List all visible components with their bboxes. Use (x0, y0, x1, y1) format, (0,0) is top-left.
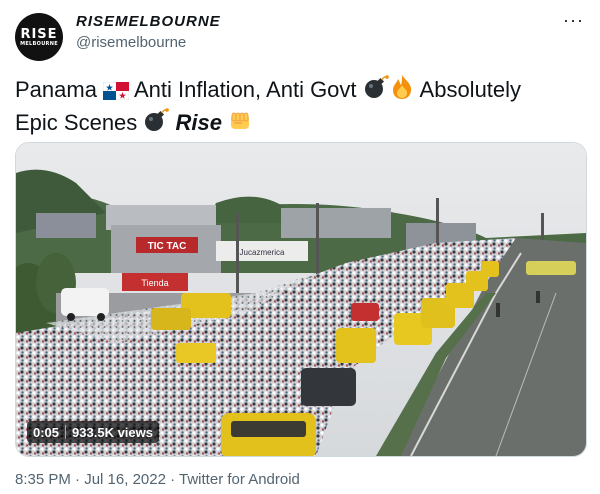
tweet-text-part3: Absolutely (414, 77, 522, 102)
video-duration: 0:05 (33, 424, 60, 440)
footer-separator: · (165, 471, 180, 488)
rise-word: Rise (175, 110, 223, 135)
tweet-text-part1: Panama (15, 77, 104, 102)
tweet-text-part4: Epic Scenes (15, 110, 144, 135)
tweet-date[interactable]: Jul 16, 2022 (84, 471, 166, 488)
tweet-time[interactable]: 8:35 PM (15, 471, 71, 488)
video-stats-overlay: 0:05 933.5K views (27, 421, 159, 443)
shop-sign: TIC TAC (148, 241, 187, 252)
bomb-icon (363, 74, 389, 107)
avatar-text-top: RISE (20, 26, 58, 42)
tweet-text-part2: Anti Inflation, Anti Govt (129, 77, 363, 102)
avatar-text-bottom: MELBOURNE (20, 40, 58, 47)
store-sign: Jucazmerica (240, 248, 285, 257)
display-name[interactable]: RISEMELBOURNE (76, 13, 221, 30)
video-thumbnail: TIC TAC Jucazmerica Tienda (16, 143, 586, 456)
tweet-footer: 8:35 PM · Jul 16, 2022 · Twitter for And… (15, 471, 300, 488)
fire-icon (389, 74, 415, 107)
fist-icon (228, 109, 252, 140)
tienda-sign: Tienda (141, 278, 168, 288)
video-player[interactable]: TIC TAC Jucazmerica Tienda (15, 142, 587, 457)
tweet-source[interactable]: Twitter for Android (179, 471, 300, 488)
panama-flag-icon (102, 79, 130, 107)
user-handle[interactable]: @risemelbourne (76, 34, 186, 51)
tweet-text: Panama Anti Inflation, Anti Govt Absolut… (15, 74, 585, 140)
avatar[interactable]: RISE MELBOURNE (15, 13, 63, 61)
view-count: 933.5K views (72, 424, 153, 440)
footer-separator: · (70, 471, 85, 488)
more-options-button[interactable]: ··· (563, 10, 584, 31)
overlay-divider (65, 425, 67, 439)
bomb-icon (143, 107, 170, 140)
